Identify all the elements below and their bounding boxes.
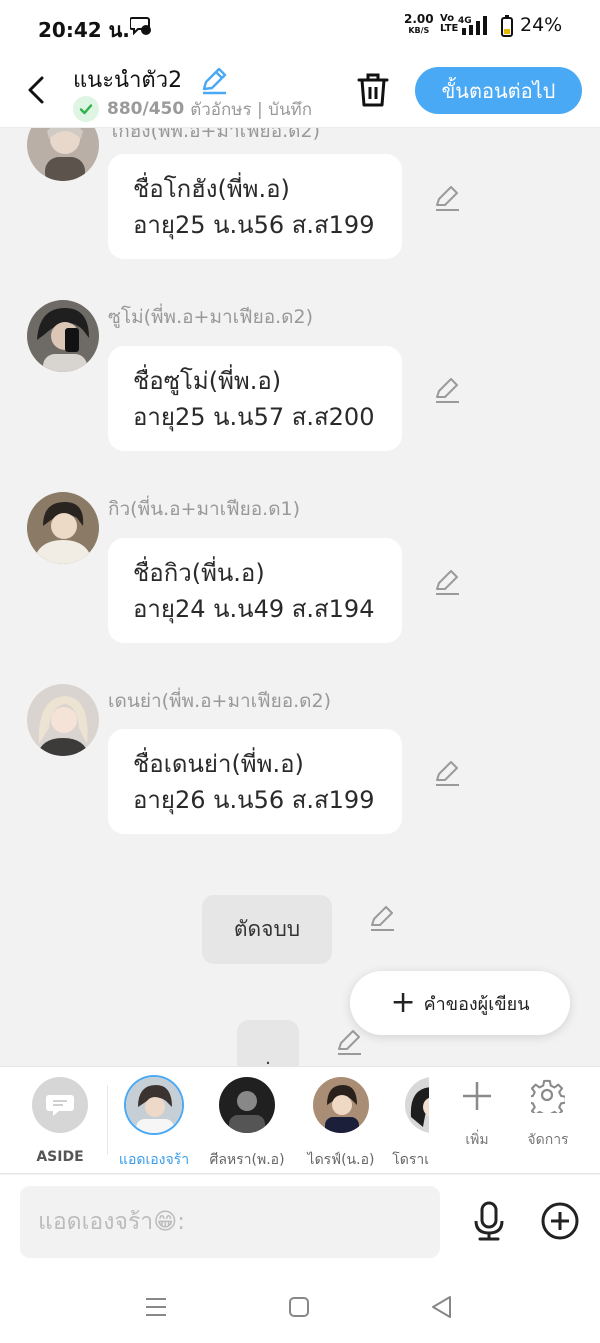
message-line: อายุ25 น.น57 ส.ส200 [133,403,375,431]
character-name: โดราเ [392,1152,429,1168]
message-input[interactable] [20,1186,440,1258]
microphone-icon[interactable] [470,1201,508,1241]
edit-end-chip-pencil-icon[interactable] [368,904,396,932]
composer [0,1175,600,1271]
message-bubble[interactable]: ชื่อกิว(พี่น.อ) อายุ24 น.น49 ส.ส194 [108,538,402,643]
plus-icon: + [390,985,416,1020]
manage-characters-label: จัดการ [527,1132,569,1148]
message-line: ชื่อโกฮัง(พี่พ.อ) [133,175,290,203]
edit-message-pencil-icon[interactable] [433,184,461,212]
speaker-name: โกฮัง(พี่พ.อ+มาเฟียอ.ด2) [108,128,320,142]
character-bar: ASIDE แอดเองจร้า ศีลหรา(พ.อ) ไดรฟ์(น.อ) … [0,1066,600,1174]
system-nav-bar [0,1271,600,1343]
add-character-label: เพิ่ม [465,1132,489,1148]
character-item[interactable]: แอดเองจร้า [114,1077,194,1171]
edit-message-pencil-icon[interactable] [433,376,461,404]
edit-title-pencil-icon[interactable] [199,65,229,95]
character-name: ไดรฟ์(น.อ) [307,1152,375,1168]
author-note-button[interactable]: + คำของผู้เขียน [350,971,570,1035]
message-bubble[interactable]: ชื่อซูโม่(พี่พ.อ) อายุ25 น.น57 ส.ส200 [108,346,402,451]
editor-header: แนะนำตัว2 880/450 ตัวอักษร | บันทึก ขั้น… [0,56,600,128]
character-avatar [126,1077,182,1133]
speaker-name: กิว(พี่น.อ+มาเฟียอ.ด1) [108,498,301,520]
next-step-button[interactable]: ขั้นตอนต่อไป [415,67,582,114]
message-line: อายุ24 น.น49 ส.ส194 [133,595,375,623]
character-item[interactable]: ศีลหรา(พ.อ) [207,1077,287,1171]
volte-sub-label: LTE [440,23,459,34]
chat-area[interactable]: โกฮัง(พี่พ.อ+มาเฟียอ.ด2) ชื่อโกฮัง(พี่พ.… [0,128,600,1066]
volte-indicator: Vo LTE [440,14,458,34]
character-avatar [405,1077,429,1133]
message-line: อายุ25 น.น56 ส.ส199 [133,211,375,239]
episode-meta: 880/450 ตัวอักษร | บันทึก [73,96,312,122]
author-note-label: คำของผู้เขียน [423,993,530,1015]
add-media-icon[interactable] [540,1201,580,1241]
home-icon[interactable] [285,1293,313,1321]
speaker-avatar[interactable] [27,128,99,181]
recent-apps-icon[interactable] [142,1293,170,1321]
network-speed-value: 2.00 [404,12,434,26]
messenger-notification-icon [130,17,151,36]
aside-label: ASIDE [36,1149,84,1165]
message-line: อายุ26 น.น56 ส.ส199 [133,786,375,814]
edit-message-pencil-icon[interactable] [433,759,461,787]
gear-icon [527,1079,567,1120]
network-speed: 2.00 KB/S [404,12,434,36]
battery-icon [501,15,513,37]
character-avatar [219,1077,275,1133]
edit-narration-pencil-icon[interactable] [335,1028,363,1056]
network-type-label: 4G [458,16,472,26]
manage-characters-button[interactable]: จัดการ [518,1079,578,1151]
speaker-avatar[interactable] [27,300,99,372]
speaker-avatar[interactable] [27,684,99,756]
signal-4g-icon: 4G [458,16,487,35]
add-character-button[interactable]: เพิ่ม [447,1079,507,1151]
trash-icon[interactable] [354,70,392,110]
network-speed-unit: KB/S [408,26,430,35]
speaker-avatar[interactable] [27,492,99,564]
character-divider [107,1085,108,1155]
saved-check-icon [73,96,99,122]
character-count-label: ตัวอักษร | บันทึก [190,99,313,120]
message-bubble[interactable]: ชื่อเดนย่า(พี่พ.อ) อายุ26 น.น56 ส.ส199 [108,729,402,834]
back-arrow-icon[interactable] [22,72,52,108]
message-bubble[interactable]: ชื่อโกฮัง(พี่พ.อ) อายุ25 น.น56 ส.ส199 [108,154,402,259]
message-line: ชื่อกิว(พี่น.อ) [133,559,265,587]
episode-title: แนะนำตัว2 [73,68,183,93]
speaker-name: ซูโม่(พี่พ.อ+มาเฟียอ.ด2) [108,306,314,328]
character-item[interactable]: โดราเ [381,1077,429,1171]
character-avatar [313,1077,369,1133]
character-item[interactable]: ไดรฟ์(น.อ) [301,1077,381,1171]
end-story-chip[interactable]: ตัดจบบ [202,895,332,964]
character-aside[interactable]: ASIDE [20,1077,100,1165]
character-name: แอดเองจร้า [118,1152,190,1168]
message-line: ชื่อเดนย่า(พี่พ.อ) [133,750,304,778]
battery-percent: 24% [520,14,563,36]
aside-icon [32,1077,88,1133]
narration-chip[interactable]: . [237,1020,299,1066]
edit-message-pencil-icon[interactable] [433,568,461,596]
message-line: ชื่อซูโม่(พี่พ.อ) [133,367,282,395]
status-bar: 20:42 น. 2.00 KB/S Vo LTE 4G 24% [0,0,600,56]
character-name: ศีลหรา(พ.อ) [209,1152,285,1168]
character-count: 880/450 [107,99,185,119]
status-time: 20:42 น. [38,18,130,42]
back-icon[interactable] [428,1293,456,1321]
speaker-name: เดนย่า(พี่พ.อ+มาเฟียอ.ด2) [108,690,332,712]
plus-icon [463,1082,491,1110]
